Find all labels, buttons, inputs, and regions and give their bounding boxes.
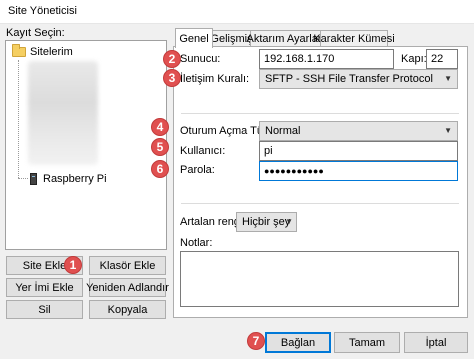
tab-general[interactable]: Genel	[175, 28, 213, 48]
tree-connector	[18, 60, 19, 178]
site-tree[interactable]: Sitelerim Raspberry Pi	[5, 40, 167, 250]
divider	[181, 203, 459, 204]
tab-transfer-settings[interactable]: Aktarım Ayarları	[246, 30, 325, 47]
step-badge-5: 5	[151, 138, 169, 156]
tree-connector	[18, 178, 28, 179]
tree-root-row[interactable]: Sitelerim	[12, 44, 73, 60]
host-input[interactable]: 192.168.1.170	[259, 49, 394, 69]
step-badge-3: 3	[163, 69, 181, 87]
password-label: Parola:	[180, 164, 215, 176]
bg-color-value: Hiçbir şey	[242, 216, 291, 228]
new-folder-button[interactable]: Klasör Ekle	[89, 256, 166, 275]
tree-item-raspberry-pi[interactable]: Raspberry Pi	[30, 171, 107, 187]
server-icon	[30, 173, 37, 185]
tree-item-label: Raspberry Pi	[43, 173, 107, 185]
protocol-label: İletişim Kuralı:	[180, 73, 250, 85]
user-label: Kullanıcı:	[180, 145, 226, 157]
divider	[181, 113, 459, 114]
tab-advanced[interactable]: Gelişmiş	[210, 30, 253, 47]
chevron-down-icon: ▼	[444, 126, 452, 135]
step-badge-2: 2	[163, 50, 181, 68]
port-input[interactable]: 22	[426, 49, 458, 69]
cancel-button[interactable]: İptal	[404, 332, 468, 353]
tree-root-label: Sitelerim	[30, 46, 73, 58]
user-input[interactable]: pi	[259, 141, 458, 161]
duplicate-button[interactable]: Kopyala	[89, 300, 166, 319]
password-input[interactable]: ●●●●●●●●●●●	[259, 161, 458, 181]
chevron-down-icon: ▼	[444, 74, 452, 83]
step-badge-7: 7	[247, 332, 265, 350]
title-bar: Site Yöneticisi	[0, 0, 474, 24]
folder-icon	[12, 44, 26, 57]
protocol-value: SFTP - SSH File Transfer Protocol	[265, 73, 433, 85]
delete-button[interactable]: Sil	[6, 300, 83, 319]
notes-textarea[interactable]	[180, 251, 459, 307]
step-badge-6: 6	[151, 160, 169, 178]
notes-label: Notlar:	[180, 237, 213, 249]
step-badge-1: 1	[64, 256, 82, 274]
select-entry-label: Kayıt Seçin:	[6, 27, 65, 39]
protocol-select[interactable]: SFTP - SSH File Transfer Protocol ▼	[259, 69, 458, 89]
host-label: Sunucu:	[180, 53, 221, 65]
new-bookmark-button[interactable]: Yer İmi Ekle	[6, 278, 83, 297]
ok-button[interactable]: Tamam	[334, 332, 400, 353]
logon-type-select[interactable]: Normal ▼	[259, 121, 458, 141]
step-badge-4: 4	[151, 118, 169, 136]
window-title: Site Yöneticisi	[8, 5, 77, 17]
connect-button[interactable]: Bağlan	[265, 332, 331, 353]
blurred-entries	[28, 61, 98, 165]
port-label: Kapı:	[401, 53, 427, 65]
bg-color-select[interactable]: Hiçbir şey ▼	[236, 212, 297, 232]
logon-type-value: Normal	[265, 125, 301, 137]
tab-charset[interactable]: Karakter Kümesi	[313, 30, 395, 47]
rename-button[interactable]: Yeniden Adlandır	[86, 278, 169, 297]
chevron-down-icon: ▼	[285, 217, 293, 226]
